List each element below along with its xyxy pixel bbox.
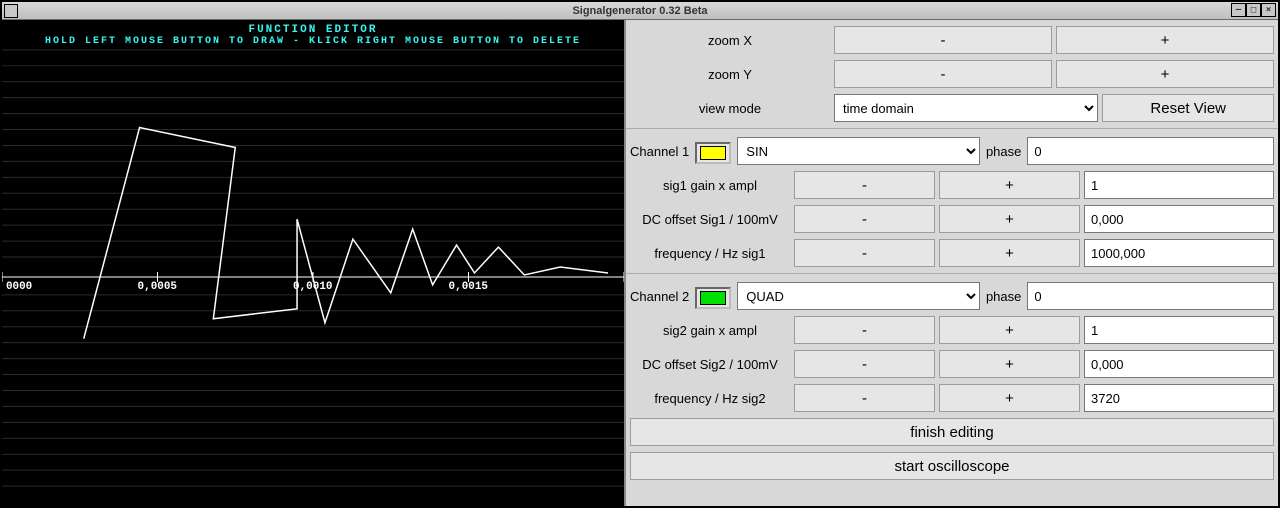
sig2-freq-plus-button[interactable]: + [939, 384, 1080, 412]
sig1-gain-input[interactable] [1084, 171, 1274, 199]
close-button[interactable]: × [1261, 3, 1276, 17]
maximize-button[interactable]: □ [1246, 3, 1261, 17]
channel1-color-swatch [700, 146, 726, 160]
sig2-freq-input[interactable] [1084, 384, 1274, 412]
axis-tick-3: 0,0015 [449, 281, 488, 293]
sig1-freq-label: frequency / Hz sig1 [630, 239, 790, 267]
sig1-gain-label: sig1 gain x ampl [630, 171, 790, 199]
sig2-freq-label: frequency / Hz sig2 [630, 384, 790, 412]
sig1-dc-label: DC offset Sig1 / 100mV [630, 205, 790, 233]
sig2-gain-minus-button[interactable]: - [794, 316, 935, 344]
control-panel: zoom X - + zoom Y - + view mode time dom… [626, 20, 1278, 506]
editor-svg: 0000 0,0005 0,0010 0,0015 [2, 20, 624, 506]
sig2-gain-input[interactable] [1084, 316, 1274, 344]
titlebar[interactable]: Signalgenerator 0.32 Beta – □ × [2, 2, 1278, 20]
waveform-trace [84, 128, 608, 339]
channel1-label: Channel 1 [630, 144, 689, 159]
channel2-color-button[interactable] [695, 287, 731, 309]
channel2-label: Channel 2 [630, 289, 689, 304]
channel2-phase-label: phase [986, 289, 1021, 304]
window-title: Signalgenerator 0.32 Beta [572, 5, 707, 17]
channel1-waveform-select[interactable]: SIN [737, 137, 980, 165]
axis-tick-1: 0,0005 [138, 281, 177, 293]
sig2-dc-plus-button[interactable]: + [939, 350, 1080, 378]
axis-tick-2: 0,0010 [293, 281, 332, 293]
sig2-gain-plus-button[interactable]: + [939, 316, 1080, 344]
sig1-dc-minus-button[interactable]: - [794, 205, 935, 233]
function-editor-canvas[interactable]: FUNCTION EDITOR HOLD LEFT MOUSE BUTTON T… [2, 20, 626, 506]
zoom-x-minus-button[interactable]: - [834, 26, 1052, 54]
sig1-dc-input[interactable] [1084, 205, 1274, 233]
channel1-color-button[interactable] [695, 142, 731, 164]
channel2-color-swatch [700, 291, 726, 305]
zoom-x-plus-button[interactable]: + [1056, 26, 1274, 54]
axis-tick-0: 0000 [6, 281, 32, 293]
reset-view-button[interactable]: Reset View [1102, 94, 1274, 122]
sig2-gain-label: sig2 gain x ampl [630, 316, 790, 344]
app-window: Signalgenerator 0.32 Beta – □ × FUNCTION… [0, 0, 1280, 508]
sig1-freq-input[interactable] [1084, 239, 1274, 267]
sig2-dc-input[interactable] [1084, 350, 1274, 378]
view-mode-label: view mode [630, 94, 830, 122]
view-mode-select[interactable]: time domain [834, 94, 1098, 122]
minimize-button[interactable]: – [1231, 3, 1246, 17]
sig2-dc-minus-button[interactable]: - [794, 350, 935, 378]
channel1-phase-label: phase [986, 144, 1021, 159]
channel1-phase-input[interactable] [1027, 137, 1274, 165]
sig1-freq-minus-button[interactable]: - [794, 239, 935, 267]
sig1-gain-plus-button[interactable]: + [939, 171, 1080, 199]
finish-editing-button[interactable]: finish editing [630, 418, 1274, 446]
separator [626, 128, 1278, 129]
zoom-y-minus-button[interactable]: - [834, 60, 1052, 88]
start-oscilloscope-button[interactable]: start oscilloscope [630, 452, 1274, 480]
sig2-dc-label: DC offset Sig2 / 100mV [630, 350, 790, 378]
channel2-phase-input[interactable] [1027, 282, 1274, 310]
separator [626, 273, 1278, 274]
zoom-x-label: zoom X [630, 26, 830, 54]
app-icon [4, 4, 18, 18]
sig1-gain-minus-button[interactable]: - [794, 171, 935, 199]
sig1-freq-plus-button[interactable]: + [939, 239, 1080, 267]
zoom-y-label: zoom Y [630, 60, 830, 88]
sig1-dc-plus-button[interactable]: + [939, 205, 1080, 233]
zoom-y-plus-button[interactable]: + [1056, 60, 1274, 88]
sig2-freq-minus-button[interactable]: - [794, 384, 935, 412]
channel2-waveform-select[interactable]: QUAD [737, 282, 980, 310]
